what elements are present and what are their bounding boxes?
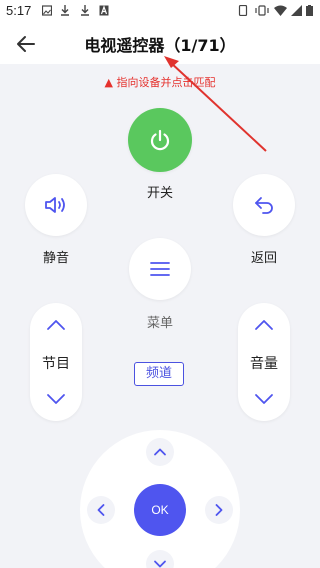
chevron-up-icon bbox=[154, 448, 166, 456]
volume-up-icon[interactable] bbox=[252, 313, 276, 337]
menu-icon bbox=[150, 262, 170, 276]
menu-label: 菜单 bbox=[146, 316, 173, 331]
dpad-left-button[interactable] bbox=[87, 496, 115, 524]
program-down-icon[interactable] bbox=[44, 387, 68, 411]
battery-icon bbox=[306, 5, 313, 16]
wifi-icon bbox=[274, 5, 287, 16]
return-label: 返回 bbox=[250, 251, 277, 266]
pairing-hint-text: 指向设备并点击匹配 bbox=[116, 76, 216, 89]
page-title: 电视遥控器（1/71） bbox=[84, 36, 236, 55]
dpad-up-button[interactable] bbox=[146, 438, 174, 466]
signal-icon bbox=[291, 5, 302, 16]
speaker-icon bbox=[45, 197, 65, 213]
power-label: 开关 bbox=[146, 186, 173, 201]
return-icon bbox=[255, 197, 273, 214]
vibrate-icon bbox=[255, 5, 269, 16]
program-up-icon[interactable] bbox=[44, 313, 68, 337]
dpad-right-button[interactable] bbox=[205, 496, 233, 524]
chevron-left-icon bbox=[97, 504, 105, 516]
warning-icon: ▲ bbox=[104, 76, 113, 89]
status-time: 5:17 bbox=[6, 3, 32, 18]
download-icon bbox=[81, 5, 89, 16]
program-rocker: 节目 bbox=[30, 303, 82, 421]
mute-button[interactable] bbox=[25, 174, 87, 236]
image-icon bbox=[42, 5, 52, 16]
app-bar: 电视遥控器（1/71） bbox=[0, 22, 320, 64]
mute-label: 静音 bbox=[42, 251, 69, 266]
volume-label: 音量 bbox=[250, 356, 278, 372]
program-label: 节目 bbox=[42, 356, 70, 372]
volume-rocker: 音量 bbox=[238, 303, 290, 421]
channel-button[interactable]: 频道 bbox=[134, 362, 184, 386]
font-icon bbox=[99, 5, 109, 16]
volume-down-icon[interactable] bbox=[252, 387, 276, 411]
power-button[interactable] bbox=[128, 108, 192, 172]
ok-button[interactable]: OK bbox=[134, 484, 186, 536]
power-icon bbox=[150, 129, 170, 151]
chevron-right-icon bbox=[215, 504, 223, 516]
status-bar: 5:17 bbox=[0, 0, 320, 22]
return-button[interactable] bbox=[233, 174, 295, 236]
pairing-hint: ▲ 指向设备并点击匹配 bbox=[0, 74, 320, 90]
download-icon bbox=[61, 5, 69, 16]
chevron-down-icon bbox=[154, 560, 166, 568]
menu-button[interactable] bbox=[129, 238, 191, 300]
phone-icon bbox=[238, 5, 248, 16]
